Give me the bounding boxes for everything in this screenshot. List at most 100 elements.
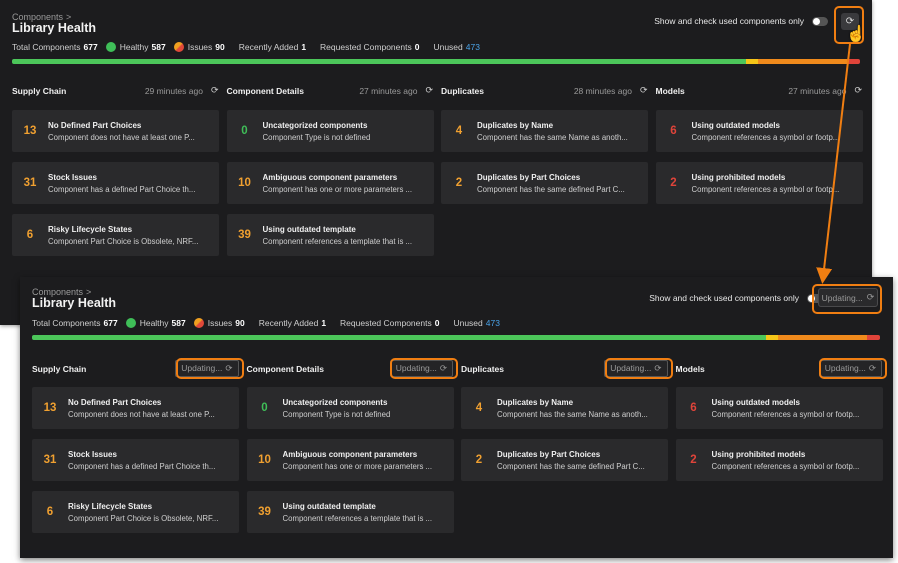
- card-title: Duplicates by Part Choices: [477, 172, 581, 182]
- issues-dot-icon: [193, 318, 204, 328]
- card-title: Using outdated template: [262, 224, 356, 234]
- card-count: 4: [475, 402, 483, 414]
- refresh-icon[interactable]: ⟳: [211, 85, 219, 96]
- requested-label[interactable]: Requested Components: [320, 42, 412, 52]
- requested-label[interactable]: Requested Components: [340, 318, 432, 328]
- used-only-toggle[interactable]: [812, 16, 828, 26]
- card-count: 0: [241, 125, 248, 137]
- card-count: 39: [238, 229, 251, 241]
- card-description: Component references a template that is …: [282, 513, 433, 523]
- card-count: 2: [455, 177, 463, 189]
- section-header-duplicates: Duplicates Updating... ⟳: [461, 360, 668, 377]
- section-header-models: Models 27 minutes ago ⟳: [656, 85, 863, 96]
- health-card[interactable]: 6 Risky Lifecycle States Component Part Ch…: [12, 214, 219, 256]
- healthy-dot-icon: [105, 42, 116, 52]
- unused-count[interactable]: 473: [486, 318, 500, 328]
- requested-count: 0: [414, 42, 420, 52]
- health-card[interactable]: 39 Using outdated template Component refer…: [246, 491, 454, 533]
- health-card[interactable]: 2 Using prohibited models Component refere…: [675, 439, 883, 481]
- health-card[interactable]: 13 No Defined Part Choices Component does …: [32, 387, 239, 429]
- health-bar: [12, 59, 860, 64]
- health-card[interactable]: 2 Using prohibited models Component refere…: [655, 162, 863, 204]
- card-title: Stock Issues: [68, 449, 117, 459]
- healthy-label: Healthy: [139, 318, 169, 328]
- card-text: Using outdated template Component referen…: [263, 225, 434, 246]
- section-updating-badge: Updating... ⟳: [604, 360, 668, 377]
- stats-row: Total Components 677 Healthy 587 Issues 90 …: [12, 42, 480, 52]
- health-card[interactable]: 13 No Defined Part Choices Component does …: [12, 110, 219, 152]
- refresh-icon[interactable]: ⟳: [640, 85, 648, 96]
- updating-label: Updating...: [824, 363, 866, 373]
- card-description: Component references a symbol or footp..…: [711, 409, 860, 419]
- health-card[interactable]: 31 Stock Issues Component has a defined Pa…: [12, 162, 219, 204]
- card-count: 13: [23, 125, 37, 137]
- card-title: No Defined Part Choices: [68, 397, 162, 407]
- toggle-knob: [813, 17, 820, 25]
- card-text: Stock Issues Component has a defined Part…: [48, 173, 219, 194]
- total-count: 677: [83, 42, 98, 52]
- page-title: Library Health: [12, 21, 97, 35]
- unused-count[interactable]: 473: [466, 42, 480, 52]
- card-description: Component Part Choice is Obsolete, NRF..…: [48, 236, 199, 246]
- health-card[interactable]: 0 Uncategorized components Component Type …: [246, 387, 454, 429]
- health-bar-orange: [778, 335, 868, 340]
- health-card[interactable]: 4 Duplicates by Name Component has the sam…: [461, 387, 668, 429]
- card-text: Using outdated models Component reference…: [692, 121, 863, 142]
- toggle-knob: [808, 294, 815, 302]
- recent-label[interactable]: Recently Added: [239, 42, 299, 52]
- unused-label[interactable]: Unused: [433, 42, 462, 52]
- refresh-icon: ⟳: [866, 292, 875, 302]
- refresh-icon[interactable]: ⟳: [425, 85, 433, 96]
- section-updating-badge: Updating... ⟳: [175, 360, 239, 377]
- card-title: Using outdated models: [691, 120, 780, 130]
- card-text: Duplicates by Name Component has the same…: [497, 398, 668, 419]
- total-label: Total Components: [12, 42, 81, 52]
- health-card[interactable]: 6 Using outdated models Component referenc…: [675, 387, 883, 429]
- health-card[interactable]: 10 Ambiguous component parameters Componen…: [226, 162, 434, 204]
- section-updating-badge: Updating... ⟳: [818, 360, 882, 377]
- hand-cursor-icon: ☝: [846, 26, 866, 43]
- requested-count: 0: [434, 318, 440, 328]
- card-title: Ambiguous component parameters: [262, 172, 398, 182]
- unused-label[interactable]: Unused: [453, 318, 482, 328]
- card-count: 2: [475, 454, 483, 466]
- health-card[interactable]: 6 Risky Lifecycle States Component Part Ch…: [32, 491, 239, 533]
- health-bar-healthy: [12, 59, 747, 64]
- health-card[interactable]: 2 Duplicates by Part Choices Component has…: [461, 439, 668, 481]
- health-card[interactable]: 10 Ambiguous component parameters Componen…: [246, 439, 454, 481]
- health-card[interactable]: 6 Using outdated models Component referenc…: [655, 110, 863, 152]
- card-title: Duplicates by Name: [497, 397, 574, 407]
- card-text: Duplicates by Part Choices Component has …: [497, 450, 668, 471]
- card-description: Component references a symbol or footp..…: [691, 132, 840, 142]
- card-count: 39: [258, 506, 271, 518]
- refresh-button-updating[interactable]: Updating... ⟳: [818, 288, 878, 307]
- card-description: Component Type is not defined: [282, 409, 391, 419]
- health-card[interactable]: 31 Stock Issues Component has a defined Pa…: [32, 439, 239, 481]
- card-title: Using prohibited models: [691, 172, 786, 182]
- health-bar-yellow: [746, 59, 759, 64]
- health-card[interactable]: 0 Uncategorized components Component Type …: [226, 110, 434, 152]
- card-text: Duplicates by Name Component has the same…: [477, 121, 648, 142]
- used-only-toggle-row: Show and check used components only: [649, 293, 823, 303]
- card-title: Using outdated models: [711, 397, 800, 407]
- recent-label[interactable]: Recently Added: [259, 318, 319, 328]
- refresh-icon[interactable]: ⟳: [854, 85, 862, 96]
- section-header-component-details: Component Details Updating... ⟳: [247, 360, 453, 377]
- card-text: Ambiguous component parameters Component …: [283, 450, 454, 471]
- section-timestamp: 27 minutes ago: [788, 85, 847, 96]
- card-count: 10: [238, 177, 251, 189]
- health-bar: [32, 335, 880, 340]
- health-card[interactable]: 4 Duplicates by Name Component has the sam…: [441, 110, 648, 152]
- health-card[interactable]: 2 Duplicates by Part Choices Component has…: [441, 162, 648, 204]
- health-bar-healthy: [32, 335, 767, 340]
- card-text: No Defined Part Choices Component does no…: [48, 121, 219, 142]
- total-count: 677: [103, 318, 118, 328]
- card-count: 6: [26, 229, 34, 241]
- toggle-label: Show and check used components only: [654, 16, 804, 26]
- card-title: Stock Issues: [48, 172, 97, 182]
- card-title: Risky Lifecycle States: [68, 501, 153, 511]
- card-title: Using prohibited models: [711, 449, 806, 459]
- issues-count: 90: [215, 42, 225, 52]
- health-card[interactable]: 39 Using outdated template Component refer…: [226, 214, 434, 256]
- card-description: Component has the same defined Part C...: [497, 461, 645, 471]
